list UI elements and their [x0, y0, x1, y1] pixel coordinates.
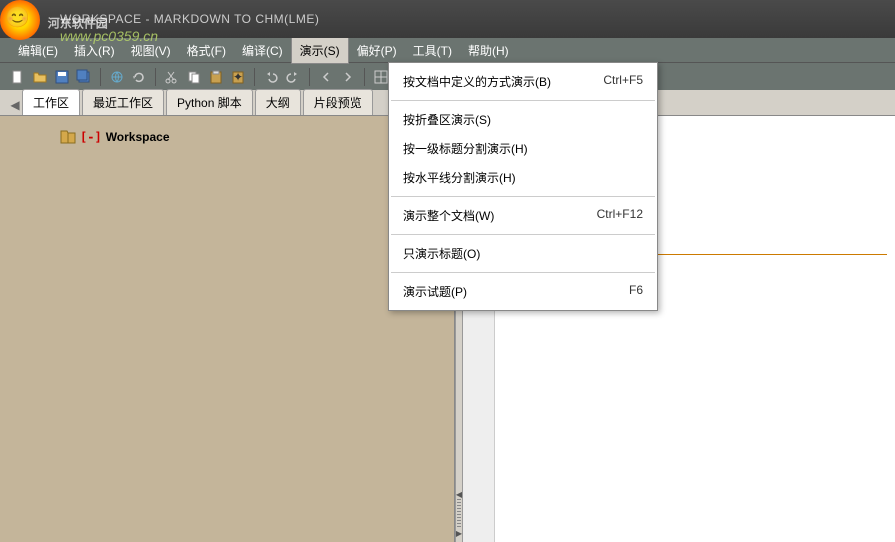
dropdown-item-label: 演示试题(P)	[403, 283, 467, 300]
dropdown-item-label: 按折叠区演示(S)	[403, 111, 491, 128]
dropdown-item-label: 演示整个文档(W)	[403, 207, 494, 224]
splitter-arrow-right-icon: ▶	[456, 529, 462, 538]
dropdown-item[interactable]: 按一级标题分割演示(H)	[389, 134, 657, 163]
paste-special-button[interactable]: ✦	[228, 67, 248, 87]
toolbar-separator	[309, 68, 310, 86]
indent-right-button[interactable]	[338, 67, 358, 87]
dropdown-item[interactable]: 只演示标题(O)	[389, 239, 657, 268]
open-button[interactable]	[30, 67, 50, 87]
workspace-tree: [-] Workspace	[0, 116, 454, 158]
redo-button[interactable]	[283, 67, 303, 87]
dropdown-item-label: 按文档中定义的方式演示(B)	[403, 73, 551, 90]
menu-bar: 编辑(E)插入(R)视图(V)格式(F)编译(C)演示(S)偏好(P)工具(T)…	[0, 38, 895, 62]
dropdown-separator	[391, 234, 655, 235]
refresh-button[interactable]	[129, 67, 149, 87]
panel-tab[interactable]: 最近工作区	[82, 89, 164, 115]
dropdown-item[interactable]: 演示试题(P) F6	[389, 277, 657, 306]
dropdown-item-label: 按一级标题分割演示(H)	[403, 140, 528, 157]
book-icon	[60, 130, 76, 144]
splitter-grip-icon	[457, 499, 461, 529]
menu-item[interactable]: 编辑(E)	[10, 38, 66, 63]
window-title: WORKSPACE - MARKDOWN TO CHM(LME)	[60, 12, 319, 26]
svg-text:✦: ✦	[233, 70, 243, 84]
dropdown-item-label: 只演示标题(O)	[403, 245, 480, 262]
toolbar-separator	[254, 68, 255, 86]
explorer-button[interactable]	[107, 67, 127, 87]
splitter-arrow-left-icon: ◀	[456, 490, 462, 499]
dropdown-item[interactable]: 按折叠区演示(S)	[389, 105, 657, 134]
panel-tab[interactable]: 片段预览	[303, 89, 373, 115]
dropdown-item[interactable]: 按水平线分割演示(H)	[389, 163, 657, 192]
panel-tab[interactable]: 大纲	[255, 89, 301, 115]
tree-root-label: Workspace	[106, 130, 170, 144]
dropdown-separator	[391, 272, 655, 273]
dropdown-separator	[391, 196, 655, 197]
tree-root-item[interactable]: [-] Workspace	[20, 126, 434, 148]
toolbar-separator	[364, 68, 365, 86]
save-button[interactable]	[52, 67, 72, 87]
menu-item[interactable]: 插入(R)	[66, 38, 123, 63]
left-panel: [-] Workspace	[0, 116, 455, 542]
cut-button[interactable]	[162, 67, 182, 87]
undo-button[interactable]	[261, 67, 281, 87]
dropdown-item[interactable]: 按文档中定义的方式演示(B) Ctrl+F5	[389, 67, 657, 96]
menu-item[interactable]: 工具(T)	[405, 38, 460, 63]
dropdown-shortcut: F6	[629, 283, 643, 300]
copy-button[interactable]	[184, 67, 204, 87]
dropdown-shortcut: Ctrl+F12	[597, 207, 643, 224]
paste-button[interactable]	[206, 67, 226, 87]
menu-item[interactable]: 视图(V)	[123, 38, 179, 63]
toolbar-separator	[155, 68, 156, 86]
title-bar: WORKSPACE - MARKDOWN TO CHM(LME)	[0, 0, 895, 38]
menu-item[interactable]: 帮助(H)	[460, 38, 517, 63]
dropdown-shortcut: Ctrl+F5	[603, 73, 643, 90]
menu-item[interactable]: 偏好(P)	[349, 38, 405, 63]
toolbar-separator	[100, 68, 101, 86]
dropdown-item[interactable]: 演示整个文档(W) Ctrl+F12	[389, 201, 657, 230]
menu-item[interactable]: 格式(F)	[179, 38, 234, 63]
menu-item[interactable]: 编译(C)	[234, 38, 291, 63]
dropdown-separator	[391, 100, 655, 101]
dropdown-item-label: 按水平线分割演示(H)	[403, 169, 516, 186]
new-file-button[interactable]	[8, 67, 28, 87]
menu-item[interactable]: 演示(S)	[291, 37, 349, 64]
collapse-icon: [-]	[80, 130, 102, 144]
tab-scroll-left-icon[interactable]: ◀	[8, 95, 22, 115]
panel-tab[interactable]: Python 脚本	[166, 89, 253, 115]
show-menu-dropdown: 按文档中定义的方式演示(B) Ctrl+F5 按折叠区演示(S) 按一级标题分割演示(…	[388, 62, 658, 311]
panel-tab[interactable]: 工作区	[22, 89, 80, 115]
save-all-button[interactable]	[74, 67, 94, 87]
indent-left-button[interactable]	[316, 67, 336, 87]
